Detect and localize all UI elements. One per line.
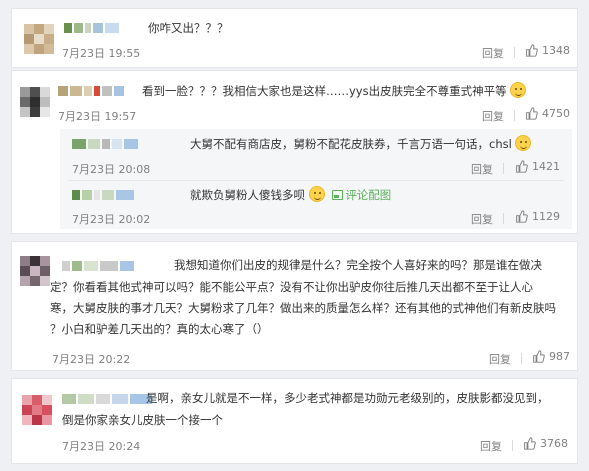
comment-time: 7月23日 19:55 [62,47,141,60]
username-blurred[interactable] [62,393,152,405]
separator [503,213,504,224]
comment-image-link-label: 评论配图 [345,188,392,202]
comment-text: 你咋又出？？？ [148,21,229,35]
like-button[interactable]: 4750 [525,107,570,120]
thumbs-up-icon [526,44,538,57]
avatar[interactable] [20,256,50,286]
separator [512,440,513,451]
thumbs-up-icon [524,437,536,450]
reply-button[interactable]: 回复 [489,351,511,367]
reply-button[interactable]: 回复 [471,211,493,227]
comment-text: 看到一脸？？？我相信大家也是这样……yys出皮肤完全不尊重式神平等 [142,81,527,101]
comment-card: 我想知道你们出皮的规律是什么？完全按个人喜好来的吗？那是谁在做决 定？你看看其他… [11,241,578,371]
comment-text-line: 我想知道你们出皮的规律是什么？完全按个人喜好来的吗？那是谁在做决 [174,258,542,272]
like-count: 1421 [532,160,560,173]
thumbs-up-icon [526,107,538,120]
reply-button[interactable]: 回复 [482,45,504,61]
username-blurred[interactable] [64,22,119,34]
sub-reply: 大舅不配有商店皮，舅粉不配花皮肤券，千言万语一句话，chsl 7月23日 20:… [60,129,572,179]
comment-time: 7月23日 19:57 [58,110,137,123]
separator [514,110,515,121]
sub-replies: 大舅不配有商店皮，舅粉不配花皮肤券，千言万语一句话，chsl 7月23日 20:… [60,129,572,229]
comment-text-line: 寒，大舅皮肤的事才几天？大舅粉求了几年？做出来的质量怎么样？还有其他的式神他们有… [50,301,556,315]
separator [514,47,515,58]
username-blurred[interactable] [72,138,138,150]
separator [503,163,504,174]
avatar[interactable] [20,87,50,117]
avatar[interactable] [22,395,52,425]
comment-image-link[interactable]: 评论配图 [332,188,391,202]
comment-text-line: 定？你看看其他式神可以吗？能不能公平点？没有不让你出驴皮你往后推几天出都不至于让… [50,280,533,294]
like-count: 1348 [542,44,570,57]
comment-time: 7月23日 20:22 [52,353,131,366]
like-button[interactable]: 987 [532,350,570,363]
like-count: 1129 [532,210,560,223]
like-button[interactable]: 1129 [515,210,560,223]
reply-button[interactable]: 回复 [482,108,504,124]
comment-card: 是啊，亲女儿就是不一样，多少老式神都是功勋元老级别的，皮肤影都没见到， 倒是你家… [11,378,578,464]
username-blurred[interactable] [72,189,134,201]
comment-text-line: 是啊，亲女儿就是不一样，多少老式神都是功勋元老级别的，皮肤影都没见到， [146,391,549,405]
like-button[interactable]: 1421 [515,160,560,173]
reply-button[interactable]: 回复 [480,438,502,454]
sub-reply-text-content: 大舅不配有商店皮，舅粉不配花皮肤券，千言万语一句话，chsl [190,137,512,151]
comment-time: 7月23日 20:24 [62,440,141,453]
like-count: 4750 [542,107,570,120]
picture-icon [332,190,344,200]
sub-reply-time: 7月23日 20:08 [72,163,151,176]
username-blurred[interactable] [58,85,124,97]
like-count: 3768 [540,437,568,450]
smile-emoji-icon [510,82,527,98]
comment-card: 看到一脸？？？我相信大家也是这样……yys出皮肤完全不尊重式神平等 7月23日 … [11,70,578,234]
sub-reply-text: 就欺负舅粉人傻钱多呗 评论配图 [190,185,391,205]
like-button[interactable]: 1348 [525,44,570,57]
avatar[interactable] [24,24,54,54]
comment-text-line: 倒是你家亲女儿皮肤一个接一个 [62,413,223,427]
sub-reply-text-content: 就欺负舅粉人傻钱多呗 [190,188,305,202]
thumbs-up-icon [516,210,528,223]
smile-emoji-icon [308,186,325,202]
thumbs-up-icon [516,160,528,173]
separator [521,353,522,364]
like-button[interactable]: 3768 [523,437,568,450]
sub-reply-text: 大舅不配有商店皮，舅粉不配花皮肤券，千言万语一句话，chsl [190,134,532,154]
username-blurred[interactable] [62,260,134,272]
comment-card: 你咋又出？？？ 7月23日 19:55 回复 1348 [11,8,578,68]
reply-button[interactable]: 回复 [471,161,493,177]
thumbs-up-icon [533,350,545,363]
comment-text-line: ？小白和驴差几天出的？真的太心寒了（） [50,322,269,336]
smile-emoji-icon [515,135,532,151]
sub-reply: 就欺负舅粉人傻钱多呗 评论配图 7月23日 20:02 回复 1129 [60,181,572,229]
comment-text-content: 看到一脸？？？我相信大家也是这样……yys出皮肤完全不尊重式神平等 [142,84,507,98]
sub-reply-time: 7月23日 20:02 [72,213,151,226]
like-count: 987 [549,350,570,363]
